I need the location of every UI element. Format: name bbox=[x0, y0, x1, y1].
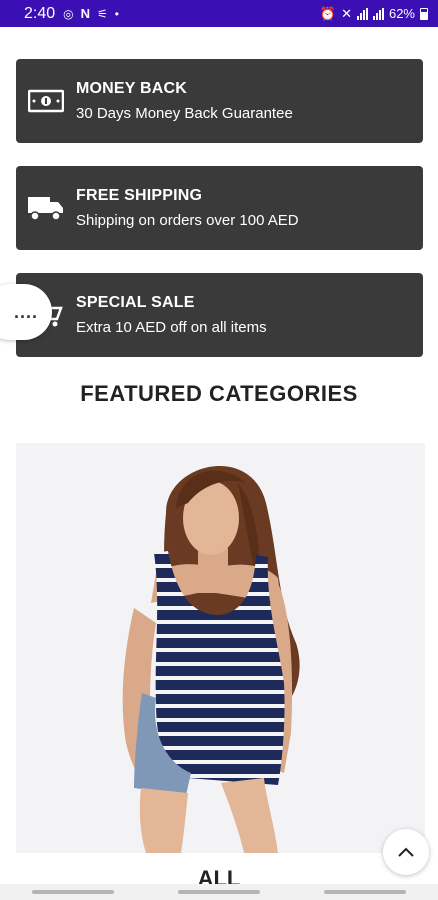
status-bar: 2:40 ◎ N ⚟ • ⏰ ✕ 62% bbox=[0, 0, 438, 27]
truck-icon bbox=[16, 194, 76, 222]
feature-card-money-back[interactable]: MONEY BACK 30 Days Money Back Guarantee bbox=[16, 59, 423, 143]
section-title: FEATURED CATEGORIES bbox=[80, 381, 358, 406]
notification-icon: ⚟ bbox=[97, 6, 108, 21]
battery-text: 62% bbox=[388, 6, 415, 21]
signal-icon bbox=[356, 7, 368, 20]
signal-icon-2 bbox=[372, 7, 384, 20]
dot-icon: • bbox=[114, 6, 119, 21]
feature-title: SPECIAL SALE bbox=[76, 294, 195, 311]
nav-home[interactable] bbox=[178, 890, 260, 894]
nav-recents[interactable] bbox=[32, 890, 114, 894]
feature-title: FREE SHIPPING bbox=[76, 187, 203, 204]
status-time: 2:40 bbox=[24, 4, 56, 22]
whatsapp-icon: ◎ bbox=[63, 6, 74, 21]
mute-icon: ✕ bbox=[341, 5, 352, 21]
nav-back[interactable] bbox=[324, 890, 406, 894]
chevron-up-icon bbox=[398, 847, 414, 857]
feature-card-special-sale[interactable]: SPECIAL SALE Extra 10 AED off on all ite… bbox=[16, 273, 423, 357]
netflix-icon: N bbox=[80, 6, 91, 21]
feature-card-free-shipping[interactable]: FREE SHIPPING Shipping on orders over 10… bbox=[16, 166, 423, 250]
model-illustration bbox=[122, 465, 300, 853]
more-dots-icon: .... bbox=[13, 301, 38, 322]
feature-subtitle: Extra 10 AED off on all items bbox=[76, 319, 267, 336]
battery-icon bbox=[420, 7, 428, 20]
system-nav-bar bbox=[0, 884, 438, 900]
feature-title: MONEY BACK bbox=[76, 80, 188, 97]
money-icon bbox=[16, 89, 76, 113]
feature-subtitle: 30 Days Money Back Guarantee bbox=[76, 105, 293, 122]
feature-subtitle: Shipping on orders over 100 AED bbox=[76, 212, 299, 229]
category-image[interactable] bbox=[16, 443, 425, 853]
alarm-icon: ⏰ bbox=[319, 5, 337, 21]
